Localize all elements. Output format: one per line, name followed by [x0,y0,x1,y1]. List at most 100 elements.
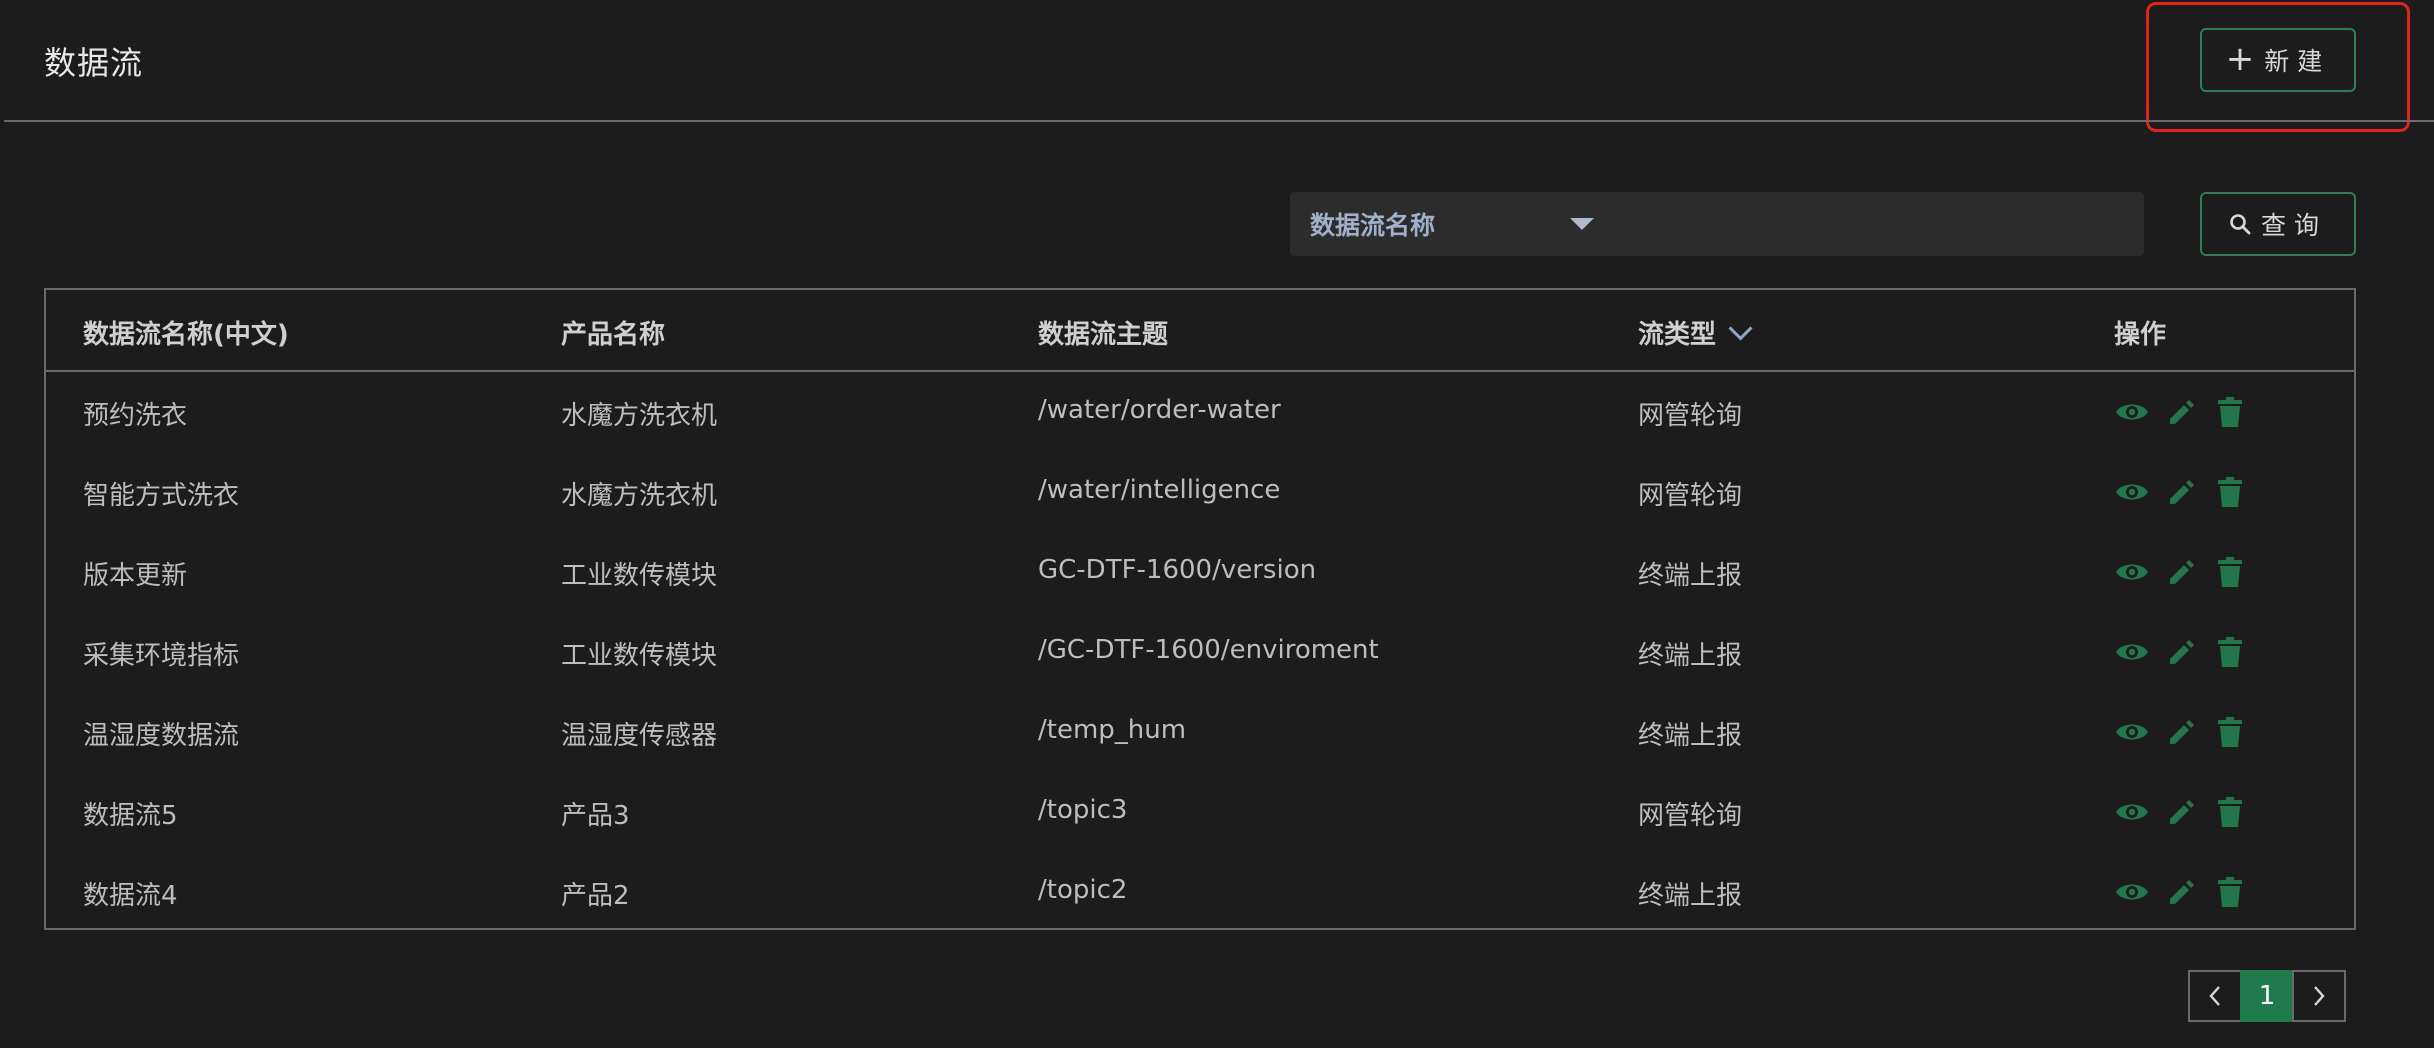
delete-button[interactable] [2212,396,2248,428]
eye-icon [2116,564,2148,580]
pencil-icon [2170,560,2194,584]
cell-product: 温湿度传感器 [561,721,718,751]
trash-icon [2218,397,2242,427]
edit-button[interactable] [2163,476,2199,508]
cell-product: 水魔方洗衣机 [561,481,718,511]
cell-name: 版本更新 [83,561,188,591]
cell-product: 水魔方洗衣机 [561,401,718,431]
row-actions [2114,636,2261,668]
edit-button[interactable] [2163,556,2199,588]
cell-topic: /water/intelligence [1038,475,1281,505]
edit-button[interactable] [2163,796,2199,828]
page-title: 数据流 [44,44,144,82]
delete-button[interactable] [2212,476,2248,508]
delete-button[interactable] [2212,556,2248,588]
cell-topic: GC-DTF-1600/version [1038,555,1317,585]
data-stream-table: 数据流名称(中文) 产品名称 数据流主题 流类型 操作 预约洗衣 水魔方洗衣机/w… [44,288,2356,930]
prev-page-button[interactable] [2188,970,2242,1022]
column-header-name: 数据流名称(中文) [83,320,289,350]
cell-topic: /topic2 [1038,875,1128,905]
next-page-button[interactable] [2292,970,2346,1022]
delete-button[interactable] [2212,876,2248,908]
pencil-icon [2170,640,2194,664]
chevron-left-icon [2209,986,2220,1006]
eye-icon [2116,724,2148,740]
column-header-topic: 数据流主题 [1038,320,1169,350]
eye-icon [2116,484,2148,500]
edit-button[interactable] [2163,636,2199,668]
cell-product: 工业数传模块 [561,641,718,671]
cell-stream-type: 网管轮询 [1638,481,1743,511]
delete-button[interactable] [2212,716,2248,748]
pencil-icon [2170,880,2194,904]
view-button[interactable] [2114,396,2150,428]
table-row: 智能方式洗衣 水魔方洗衣机/water/intelligence 网管轮询 [46,450,2354,530]
cell-name: 温湿度数据流 [83,721,240,751]
view-button[interactable] [2114,556,2150,588]
eye-icon [2116,884,2148,900]
column-header-actions: 操作 [2114,320,2167,350]
cell-product: 产品3 [561,801,630,831]
chevron-down-icon[interactable] [1728,316,1753,341]
trash-icon [2218,477,2242,507]
edit-button[interactable] [2163,876,2199,908]
cell-product: 工业数传模块 [561,561,718,591]
view-button[interactable] [2114,716,2150,748]
cell-topic: /temp_hum [1038,715,1187,745]
view-button[interactable] [2114,796,2150,828]
trash-icon [2218,557,2242,587]
delete-button[interactable] [2212,796,2248,828]
cell-stream-type: 终端上报 [1638,641,1743,671]
row-actions [2114,396,2261,428]
view-button[interactable] [2114,636,2150,668]
column-header-stream-type-label: 流类型 [1638,320,1717,350]
pencil-icon [2170,800,2194,824]
cell-stream-type: 网管轮询 [1638,401,1743,431]
caret-down-icon [1570,218,1594,230]
table-header: 数据流名称(中文) 产品名称 数据流主题 流类型 操作 [46,290,2354,372]
cell-stream-type: 终端上报 [1638,881,1743,911]
cell-name: 采集环境指标 [83,641,240,671]
row-actions [2114,556,2261,588]
highlight-annotation [2146,2,2410,132]
view-button[interactable] [2114,476,2150,508]
page-button-current[interactable]: 1 [2240,970,2294,1022]
data-stream-page: 数据流 + 新建 数据流名称 查询 数据流名称(中文) 产品名称 数据流主题 流… [0,0,2434,1048]
row-actions [2114,796,2261,828]
row-actions [2114,476,2261,508]
chevron-right-icon [2314,986,2325,1006]
search-icon [2230,214,2251,235]
row-actions [2114,716,2261,748]
eye-icon [2116,644,2148,660]
table-row: 采集环境指标 工业数传模块/GC-DTF-1600/enviroment 终端上报 [46,610,2354,690]
filter-field-value: 数据流名称 [1310,211,1436,240]
table-row: 预约洗衣 水魔方洗衣机/water/order-water 网管轮询 [46,370,2354,450]
table-row: 温湿度数据流 温湿度传感器/temp_hum 终端上报 [46,690,2354,770]
trash-icon [2218,797,2242,827]
edit-button[interactable] [2163,396,2199,428]
pencil-icon [2170,720,2194,744]
edit-button[interactable] [2163,716,2199,748]
cell-product: 产品2 [561,881,630,911]
trash-icon [2218,717,2242,747]
cell-topic: /water/order-water [1038,395,1281,425]
search-button-label: 查询 [2260,211,2327,240]
eye-icon [2116,804,2148,820]
cell-name: 预约洗衣 [83,401,188,431]
cell-name: 数据流4 [83,881,178,911]
table-row: 数据流5 产品3/topic3 网管轮询 [46,770,2354,850]
delete-button[interactable] [2212,636,2248,668]
trash-icon [2218,877,2242,907]
view-button[interactable] [2114,876,2150,908]
cell-name: 数据流5 [83,801,178,831]
trash-icon [2218,637,2242,667]
eye-icon [2116,404,2148,420]
pencil-icon [2170,400,2194,424]
header-divider [4,120,2434,122]
search-button[interactable]: 查询 [2200,192,2356,256]
column-header-product: 产品名称 [561,320,666,350]
cell-stream-type: 终端上报 [1638,721,1743,751]
filter-field-select[interactable]: 数据流名称 [1290,192,2144,256]
cell-topic: /topic3 [1038,795,1128,825]
column-header-stream-type[interactable]: 流类型 [1638,314,1753,351]
